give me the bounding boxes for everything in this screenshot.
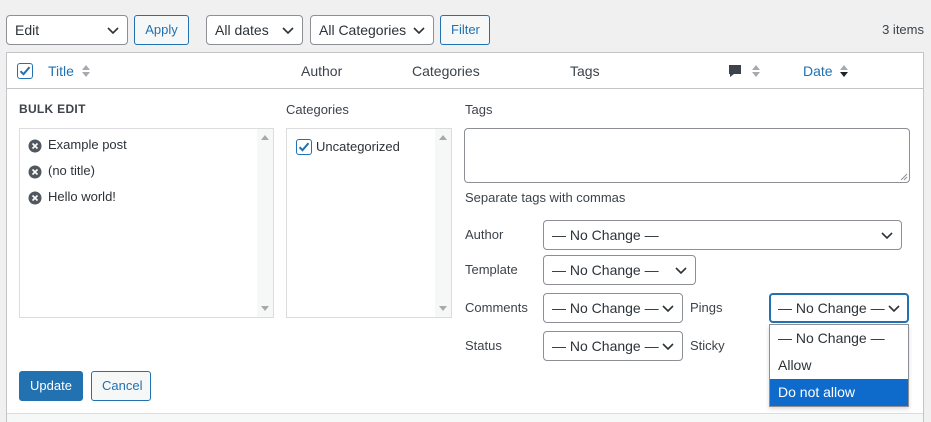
bulk-action-value: Edit [15, 22, 40, 38]
author-select-value: — No Change — [552, 227, 659, 243]
categories-column-header: Categories [412, 63, 480, 79]
post-title: Hello world! [48, 189, 116, 204]
remove-circle-icon[interactable] [28, 191, 42, 205]
apply-button[interactable]: Apply [134, 15, 189, 45]
filter-button[interactable]: Filter [440, 15, 490, 45]
status-select-value: — No Change — [552, 338, 659, 354]
post-title: (no title) [48, 163, 95, 178]
chevron-down-icon [881, 232, 893, 239]
update-button[interactable]: Update [19, 371, 83, 401]
title-column-label: Title [48, 63, 74, 79]
comments-label: Comments [465, 300, 528, 315]
category-checkbox-uncategorized[interactable] [296, 139, 312, 155]
date-column-label: Date [803, 63, 833, 79]
tags-column-header: Tags [570, 63, 600, 79]
categories-scrollbar[interactable] [435, 129, 451, 317]
status-label: Status [465, 338, 502, 353]
remove-circle-icon[interactable] [28, 139, 42, 153]
comments-select[interactable]: — No Change — [543, 293, 683, 323]
chevron-down-icon [662, 305, 674, 312]
template-label: Template [465, 262, 518, 277]
sort-desc-icon [840, 65, 849, 77]
list-item: (no title) [28, 163, 95, 183]
pings-option-do-not-allow[interactable]: Do not allow [770, 379, 908, 406]
title-column-header[interactable]: Title [48, 63, 91, 79]
pings-select[interactable]: — No Change — [769, 293, 909, 323]
cancel-button[interactable]: Cancel [91, 371, 151, 401]
categories-filter-value: All Categories [319, 22, 407, 38]
author-label: Author [465, 227, 504, 242]
pings-dropdown-list: — No Change — Allow Do not allow [769, 324, 909, 407]
list-item: Hello world! [28, 189, 116, 209]
pings-select-value: — No Change — [778, 300, 885, 316]
categories-filter-select[interactable]: All Categories [310, 15, 434, 45]
comment-bubble-icon [729, 65, 741, 78]
tags-label: Tags [465, 102, 493, 117]
next-table-row [7, 413, 923, 422]
bulk-action-select[interactable]: Edit [6, 15, 128, 45]
post-title: Example post [48, 137, 127, 152]
bulk-edit-heading: BULK EDIT [19, 102, 86, 116]
pings-label: Pings [690, 300, 723, 315]
select-all-checkbox[interactable] [17, 63, 33, 79]
dates-filter-select[interactable]: All dates [206, 15, 303, 45]
list-item: Example post [28, 137, 127, 157]
template-select[interactable]: — No Change — [543, 255, 696, 285]
pings-option-allow[interactable]: Allow [770, 352, 908, 379]
sticky-label: Sticky [690, 338, 725, 353]
pings-option-no-change[interactable]: — No Change — [770, 325, 908, 352]
chevron-down-icon [282, 27, 294, 34]
chevron-down-icon [675, 267, 687, 274]
items-count: 3 items [882, 22, 924, 37]
dates-filter-value: All dates [215, 22, 269, 38]
chevron-down-icon [888, 305, 900, 312]
comments-column-header[interactable] [727, 62, 761, 79]
categories-label: Categories [286, 102, 349, 117]
sort-arrows-icon [81, 65, 90, 77]
sort-arrows-icon [751, 65, 760, 78]
bulk-posts-list[interactable]: Example post (no title) Hello world! [19, 128, 274, 318]
tags-textarea[interactable] [464, 128, 910, 183]
author-column-header: Author [301, 63, 343, 79]
chevron-down-icon [413, 27, 425, 34]
template-select-value: — No Change — [552, 262, 659, 278]
checkmark-icon [298, 142, 310, 152]
status-select[interactable]: — No Change — [543, 331, 683, 361]
resize-handle-icon[interactable] [900, 173, 908, 181]
chevron-down-icon [662, 343, 674, 350]
remove-circle-icon[interactable] [28, 165, 42, 179]
comments-select-value: — No Change — [552, 300, 659, 316]
checkmark-icon [19, 66, 31, 76]
category-label: Uncategorized [316, 139, 400, 154]
chevron-down-icon [107, 27, 119, 34]
tags-help-text: Separate tags with commas [465, 190, 626, 205]
posts-scrollbar[interactable] [257, 129, 273, 317]
categories-checklist[interactable]: Uncategorized [286, 128, 452, 318]
date-column-header[interactable]: Date [803, 63, 849, 79]
author-select[interactable]: — No Change — [543, 220, 902, 250]
